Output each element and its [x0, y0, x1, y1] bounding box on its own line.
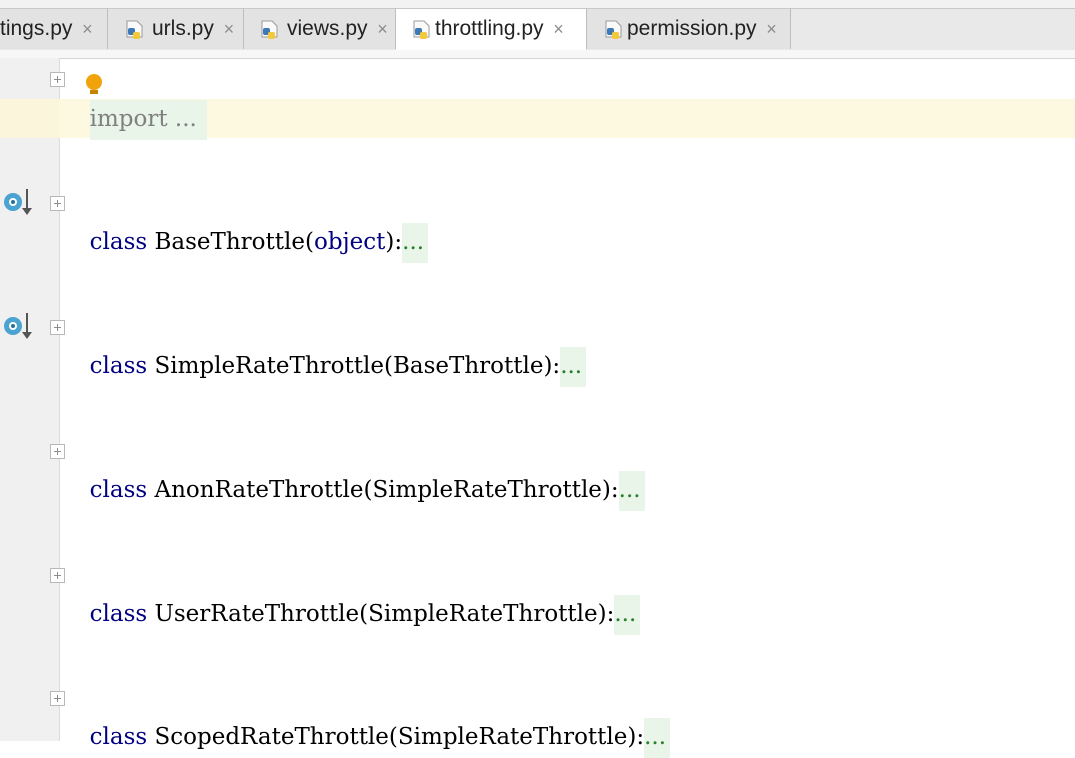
tab-label: permission.py — [627, 17, 757, 40]
paren-open: ( — [304, 229, 314, 255]
tab-close-icon[interactable]: × — [80, 19, 94, 40]
tab-urls-py[interactable]: urls.py × — [108, 8, 244, 49]
paren-open: ( — [388, 724, 398, 750]
base-class: SimpleRateThrottle — [368, 601, 598, 627]
code-line-class[interactable]: class UserRateThrottle(SimpleRateThrottl… — [75, 557, 641, 635]
paren-close: ): — [627, 724, 645, 750]
class-keyword: class — [89, 477, 148, 503]
tab-throttling-py[interactable]: throttling.py × — [396, 8, 587, 50]
tab-label: tings.py — [0, 17, 73, 40]
base-class: SimpleRateThrottle — [397, 724, 628, 750]
tab-settings-py[interactable]: tings.py × — [0, 8, 108, 49]
editor-tab-bar: tings.py × urls.py × views.py × throttli… — [0, 0, 1075, 59]
folded-region[interactable]: ... — [560, 347, 587, 387]
base-class: BaseThrottle — [392, 353, 544, 379]
paren-close: ): — [601, 477, 619, 503]
python-file-icon — [261, 20, 278, 39]
tab-close-icon[interactable]: × — [222, 19, 236, 40]
paren-close: ): — [597, 601, 615, 627]
lightbulb-base — [90, 90, 98, 94]
tab-permission-py[interactable]: permission.py × — [587, 8, 791, 49]
caret-row-gutter-highlight — [0, 99, 59, 138]
overridden-method-icon[interactable] — [2, 186, 36, 218]
code-line-class[interactable]: class SimpleRateThrottle(BaseThrottle):.… — [75, 309, 587, 387]
tab-close-icon[interactable]: × — [552, 19, 566, 40]
fold-expand-icon[interactable] — [50, 196, 65, 211]
fold-expand-icon[interactable] — [50, 691, 65, 706]
paren-close: ): — [543, 353, 561, 379]
tab-label: views.py — [287, 17, 368, 40]
code-line-class[interactable]: class BaseThrottle(object):... — [75, 185, 429, 263]
tab-label: throttling.py — [435, 17, 544, 40]
folded-region[interactable]: ... — [175, 100, 201, 140]
python-file-icon — [126, 20, 143, 39]
class-keyword: class — [89, 724, 148, 750]
folded-region[interactable]: ... — [644, 718, 671, 758]
base-class: SimpleRateThrottle — [372, 477, 602, 503]
tab-label: urls.py — [152, 17, 214, 40]
overridden-method-icon[interactable] — [2, 310, 36, 342]
python-file-icon — [413, 20, 430, 39]
tab-bar-divider — [0, 50, 1075, 59]
class-keyword: class — [89, 601, 148, 627]
tab-views-py[interactable]: views.py × — [244, 8, 396, 49]
base-class: object — [313, 229, 386, 255]
class-keyword: class — [89, 353, 148, 379]
fold-expand-icon[interactable] — [50, 568, 65, 583]
python-file-icon — [605, 20, 622, 39]
tab-close-icon[interactable]: × — [376, 19, 390, 40]
editor-gutter[interactable] — [0, 58, 60, 741]
code-line-class[interactable]: class AnonRateThrottle(SimpleRateThrottl… — [75, 433, 645, 511]
paren-open: ( — [359, 601, 369, 627]
fold-expand-icon[interactable] — [50, 72, 65, 87]
fold-expand-icon[interactable] — [50, 444, 65, 459]
fold-expand-icon[interactable] — [50, 320, 65, 335]
tab-close-icon[interactable]: × — [765, 19, 779, 40]
folded-region[interactable]: ... — [614, 595, 641, 635]
paren-open: ( — [383, 353, 393, 379]
class-name: AnonRateThrottle — [154, 477, 364, 503]
class-name: BaseThrottle — [154, 229, 305, 255]
paren-close: ): — [385, 229, 403, 255]
import-keyword: import — [89, 106, 168, 132]
code-line-class[interactable]: class ScopedRateThrottle(SimpleRateThrot… — [75, 680, 671, 758]
class-name: SimpleRateThrottle — [154, 353, 384, 379]
lightbulb-icon[interactable] — [86, 74, 102, 90]
class-keyword: class — [89, 229, 148, 255]
folded-region[interactable]: ... — [618, 471, 645, 511]
class-name: UserRateThrottle — [154, 601, 360, 627]
folded-region[interactable]: ... — [402, 223, 429, 263]
class-name: ScopedRateThrottle — [154, 724, 389, 750]
